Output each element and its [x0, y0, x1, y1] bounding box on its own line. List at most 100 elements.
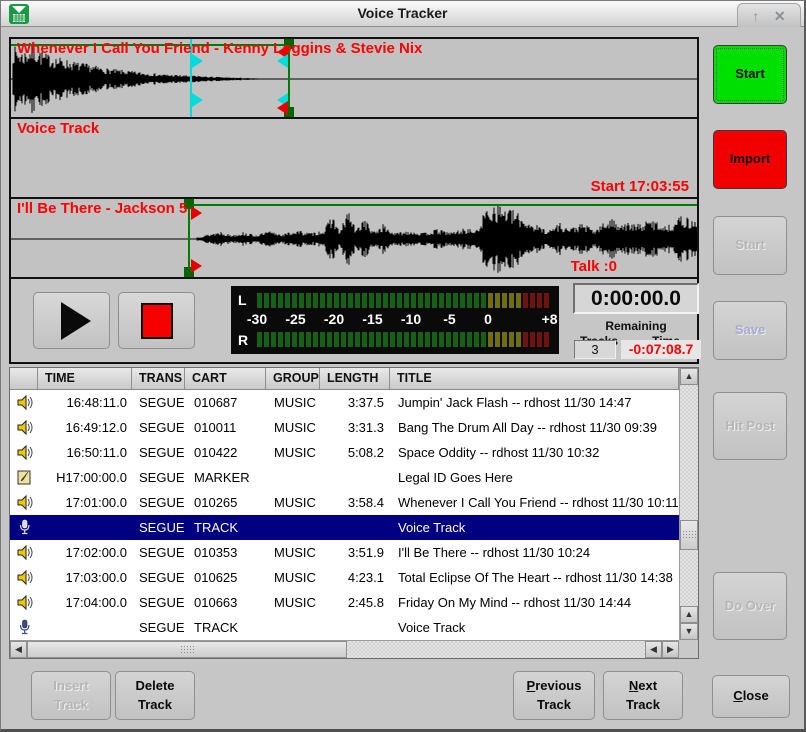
meter-scale-label: -30 [247, 311, 267, 327]
scroll-left-icon[interactable]: ◀ [10, 641, 27, 658]
column-header-length[interactable]: LENGTH [320, 368, 390, 389]
shade-icon[interactable]: ↑ [752, 9, 759, 23]
log-table-rows: 16:48:11.0SEGUE010687MUSIC3:37.5Jumpin' … [10, 390, 679, 640]
meter-segment [495, 293, 500, 308]
cell-cart: 010625 [185, 570, 266, 585]
hit-post-button: Hit Post [713, 392, 787, 460]
start-marker-icon[interactable] [191, 206, 202, 220]
start-record-button[interactable]: Start [713, 45, 787, 104]
meter-segment [495, 332, 500, 347]
meter-segment [376, 332, 381, 347]
column-header-cart[interactable]: CART [185, 368, 266, 389]
meter-segment [523, 332, 528, 347]
meter-segment [292, 293, 297, 308]
log-row[interactable]: SEGUETRACKVoice Track [10, 615, 679, 640]
meter-segment [383, 293, 388, 308]
speaker-icon [10, 544, 38, 561]
delete-track-button[interactable]: DeleteTrack [115, 671, 195, 720]
scroll-up-icon[interactable]: ▲ [680, 606, 698, 623]
window-title: Voice Tracker [1, 5, 804, 21]
column-header-group[interactable]: GROUP [266, 368, 320, 389]
previous-track-button[interactable]: PreviousTrack [513, 671, 595, 720]
meter-segment [334, 293, 339, 308]
meter-scale-label: +8 [542, 311, 558, 327]
horizontal-scroll-thumb[interactable] [27, 641, 347, 658]
cell-cart: 010265 [185, 495, 266, 510]
meter-segment [348, 332, 353, 347]
meter-segment [530, 293, 535, 308]
start-marker-icon[interactable] [191, 259, 202, 273]
segue-marker-icon[interactable] [277, 101, 288, 115]
meter-segment [446, 293, 451, 308]
meter-segment [453, 293, 458, 308]
log-row[interactable]: 16:49:12.0SEGUE010011MUSIC3:31.3Bang The… [10, 415, 679, 440]
meter-segment [285, 293, 290, 308]
log-row[interactable]: 17:03:00.0SEGUE010625MUSIC4:23.1Total Ec… [10, 565, 679, 590]
meter-segment [432, 293, 437, 308]
meter-left-label: L [238, 292, 247, 308]
meter-segment [488, 332, 493, 347]
meter-segment [383, 332, 388, 347]
transport-bar: L R -30-25-20-15-10-50+8 0:00:00.0 Remai… [11, 279, 697, 362]
stop-button[interactable] [118, 292, 195, 349]
track-3-waveform[interactable]: I'll Be There - Jackson 5 Talk :0 [11, 199, 697, 279]
cell-title: I'll Be There -- rdhost 11/30 10:24 [390, 545, 679, 560]
marker-icon [10, 469, 38, 486]
next-track-button[interactable]: NextTrack [603, 671, 683, 720]
meter-segment [362, 332, 367, 347]
track-2-voicetrack[interactable]: Voice Track Start 17:03:55 [11, 119, 697, 199]
cell-cart: TRACK [185, 520, 266, 535]
scroll-down-icon[interactable]: ▼ [680, 623, 698, 640]
vertical-scroll-thumb[interactable] [680, 520, 698, 550]
log-row[interactable]: 16:48:11.0SEGUE010687MUSIC3:37.5Jumpin' … [10, 390, 679, 415]
cell-trans: SEGUE [132, 420, 185, 435]
cell-title: Jumpin' Jack Flash -- rdhost 11/30 14:47 [390, 395, 679, 410]
scroll-left-icon[interactable]: ◀ [645, 641, 662, 658]
meter-segment [425, 293, 430, 308]
voice-tracker-window: Voice Tracker ↑ ✕ Whenever I Call You Fr… [0, 0, 806, 732]
log-row[interactable]: 17:01:00.0SEGUE010265MUSIC3:58.4Whenever… [10, 490, 679, 515]
cell-trans: SEGUE [132, 395, 185, 410]
scroll-right-icon[interactable]: ▶ [662, 641, 679, 658]
vertical-scrollbar[interactable]: ▲ ▲ ▼ [679, 368, 698, 640]
meter-segment [404, 332, 409, 347]
cell-title: Total Eclipse Of The Heart -- rdhost 11/… [390, 570, 679, 585]
track-3-start-line[interactable] [188, 199, 190, 277]
log-row[interactable]: 17:02:00.0SEGUE010353MUSIC3:51.9I'll Be … [10, 540, 679, 565]
speaker-icon [10, 494, 38, 511]
cell-cart: 010663 [185, 595, 266, 610]
column-header-title[interactable]: TITLE [390, 368, 679, 389]
import-button[interactable]: Import [713, 130, 787, 189]
column-header-trans[interactable]: TRANS [132, 368, 185, 389]
log-row[interactable]: H17:00:00.0SEGUEMARKERLegal ID Goes Here [10, 465, 679, 490]
meter-right-row [257, 332, 549, 347]
meter-segment [257, 293, 262, 308]
talk-marker-icon[interactable] [192, 93, 203, 107]
meter-segment [509, 332, 514, 347]
vertical-scroll-track[interactable] [680, 385, 698, 606]
log-row-selected[interactable]: SEGUETRACKVoice Track [10, 515, 679, 540]
meter-segment [299, 332, 304, 347]
cell-group: MUSIC [266, 545, 320, 560]
meter-segment [481, 332, 486, 347]
log-row[interactable]: 17:04:00.0SEGUE010663MUSIC2:45.8Friday O… [10, 590, 679, 615]
meter-scale-label: -10 [401, 311, 421, 327]
microphone-icon [10, 619, 38, 636]
scroll-up-icon[interactable]: ▲ [680, 368, 698, 385]
horizontal-scrollbar[interactable]: ◀ ◀ ▶ [10, 640, 679, 658]
track-1-waveform[interactable]: Whenever I Call You Friend - Kenny Loggi… [11, 39, 697, 119]
cell-title: Friday On My Mind -- rdhost 11/30 14:44 [390, 595, 679, 610]
play-button[interactable] [33, 292, 110, 349]
meter-segment [481, 293, 486, 308]
microphone-icon [10, 519, 38, 536]
cell-trans: SEGUE [132, 620, 185, 635]
log-row[interactable]: 16:50:11.0SEGUE010422MUSIC5:08.2Space Od… [10, 440, 679, 465]
column-header-time[interactable]: TIME [38, 368, 132, 389]
column-header-icon[interactable] [10, 368, 38, 389]
close-icon[interactable]: ✕ [774, 9, 786, 23]
meter-segment [460, 332, 465, 347]
play-icon [61, 302, 91, 340]
close-button[interactable]: Close [712, 675, 790, 718]
meter-segment [369, 293, 374, 308]
log-table: TIMETRANSCARTGROUPLENGTHTITLE 16:48:11.0… [9, 367, 699, 659]
